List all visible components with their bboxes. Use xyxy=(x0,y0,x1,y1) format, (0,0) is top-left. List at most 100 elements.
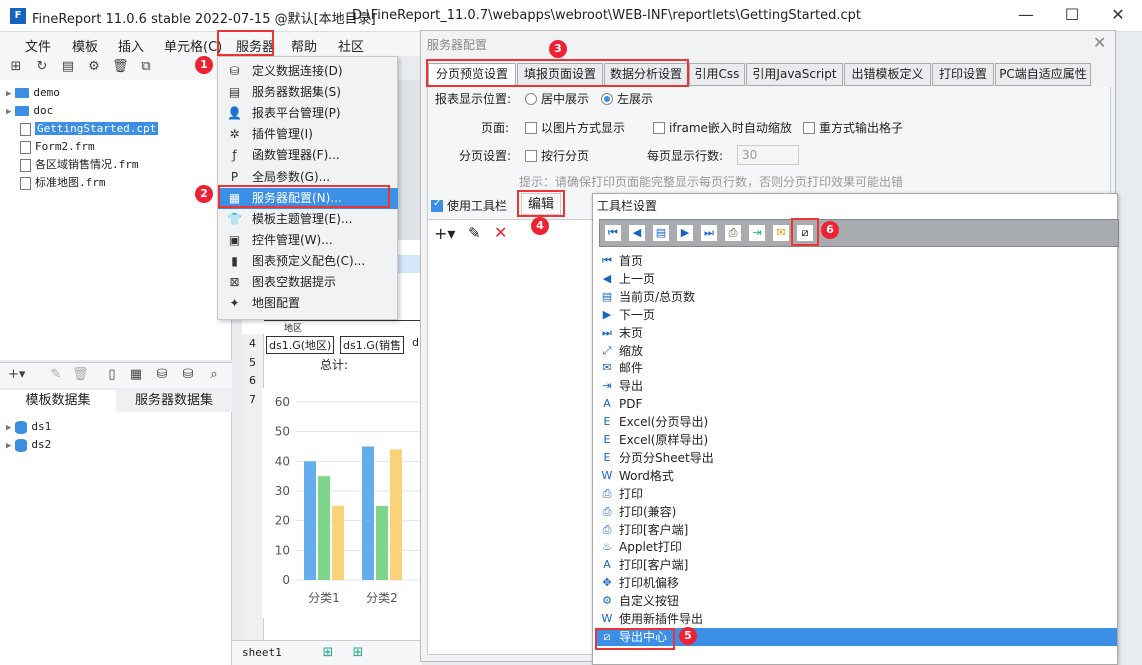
close-icon[interactable]: ✕ xyxy=(1093,33,1106,52)
tree-folder-demo[interactable]: ▶ demo xyxy=(6,84,158,102)
menu-community[interactable]: 社区 xyxy=(338,36,364,55)
radio-left[interactable]: 左展示 xyxy=(601,90,653,107)
add-dataset-icon[interactable]: +▾ xyxy=(8,367,25,383)
delete-icon[interactable]: 🗑 xyxy=(112,59,129,75)
database-icon xyxy=(15,420,28,434)
next-page-icon[interactable]: ▶ xyxy=(676,224,694,242)
rows-per-page-input[interactable]: 30 xyxy=(737,145,799,165)
toolbar-list-item-10[interactable]: E Excel(原样导出) xyxy=(595,431,1117,449)
menu-template[interactable]: 模板 xyxy=(72,36,98,55)
server-menu-item-3[interactable]: ✲ 插件管理(I) xyxy=(218,124,398,145)
last-page-icon[interactable]: ⏭ xyxy=(700,224,718,242)
toolbar-list-item-1[interactable]: ◀ 上一页 xyxy=(595,270,1117,288)
toolbar-list-item-11[interactable]: E 分页分Sheet导出 xyxy=(595,449,1117,467)
menu-help[interactable]: 帮助 xyxy=(291,36,317,55)
search-icon[interactable]: ⌕ xyxy=(206,367,222,383)
server-menu-item-9[interactable]: ▮ 图表预定义配色(C)... xyxy=(218,251,398,272)
tree-file-region-sales[interactable]: 各区域销售情况.frm xyxy=(6,156,158,174)
toolbar-list-item-18[interactable]: ✥ 打印机偏移 xyxy=(595,574,1117,592)
tree-folder-doc[interactable]: ▶ doc xyxy=(6,102,158,120)
tab-javascript[interactable]: 引用JavaScript xyxy=(746,63,843,86)
tab-pc-adaptive[interactable]: PC端自适应属性 xyxy=(995,63,1091,86)
page-count-icon[interactable]: ▤ xyxy=(652,224,670,242)
tab-server-dataset[interactable]: 服务器数据集 xyxy=(116,390,232,412)
database-icon[interactable]: ⛁ xyxy=(154,367,170,383)
toolbar-list-item-3[interactable]: ▶ 下一页 xyxy=(595,306,1117,324)
table-icon[interactable]: ▦ xyxy=(128,367,144,383)
tab-css[interactable]: 引用Css xyxy=(689,63,745,86)
toolbar-list-item-8[interactable]: A PDF xyxy=(595,395,1117,413)
server-menu-item-10[interactable]: ⊠ 图表空数据提示 xyxy=(218,272,398,293)
toolbar-list-item-9[interactable]: E Excel(分页导出) xyxy=(595,413,1117,431)
first-page-icon[interactable]: ⏮ xyxy=(604,224,622,242)
sheet-tab[interactable]: sheet1 xyxy=(242,646,282,659)
toolbar-list-item-17[interactable]: A 打印[客户端] xyxy=(595,556,1117,574)
dataset-ds2[interactable]: ▶ ds2 xyxy=(6,436,225,454)
cell-region[interactable]: ds1.G(地区) xyxy=(266,336,335,354)
add-icon[interactable]: +▾ xyxy=(434,224,455,243)
delete-icon[interactable]: ✕ xyxy=(494,223,507,242)
toolbar-list-item-6[interactable]: ✉ 邮件 xyxy=(595,359,1117,377)
toolbar-list-item-12[interactable]: W Word格式 xyxy=(595,467,1117,485)
minimize-icon[interactable]: — xyxy=(1012,4,1040,28)
toolbar-list-item-4[interactable]: ⏭ 末页 xyxy=(595,324,1117,342)
toolbar-list-item-5[interactable]: ⤢ 缩放 xyxy=(595,342,1117,360)
checkbox-iframe-zoom[interactable]: iframe嵌入时自动缩放 xyxy=(653,119,792,136)
checkbox-use-toolbar[interactable]: 使用工具栏 xyxy=(431,197,507,214)
cell-sales[interactable]: ds1.G(销售 xyxy=(340,336,405,354)
server-menu-item-4[interactable]: ƒ 函数管理器(F)... xyxy=(218,145,398,166)
toolbar-list-item-16[interactable]: ♨ Applet打印 xyxy=(595,538,1117,556)
add-form-sheet-icon[interactable]: ⊞ xyxy=(350,645,366,661)
mail-icon[interactable]: ✉ xyxy=(772,224,790,242)
dataset-ds1[interactable]: ▶ ds1 xyxy=(6,418,225,436)
server-menu-item-0[interactable]: ⛁ 定义数据连接(D) xyxy=(218,61,398,82)
settings-icon[interactable]: ⚙ xyxy=(86,59,102,75)
tab-print[interactable]: 打印设置 xyxy=(932,63,994,86)
toolbar-list-item-20[interactable]: W 使用新插件导出 xyxy=(595,610,1117,628)
checkbox-row-paging[interactable]: 按行分页 xyxy=(525,147,589,164)
checkbox-image-display[interactable]: 以图片方式显示 xyxy=(525,119,625,136)
toolbar-list-item-7[interactable]: ⇥ 导出 xyxy=(595,377,1117,395)
open-file-icon[interactable]: ▤ xyxy=(60,59,76,75)
toolbar-list-item-2[interactable]: ▤ 当前页/总页数 xyxy=(595,288,1117,306)
tab-template-dataset[interactable]: 模板数据集 xyxy=(0,390,116,412)
toolbar-icon-strip: ⏮ ◀ ▤ ▶ ⏭ ⎙ ⇥ ✉ ⧄ xyxy=(599,219,1119,247)
edit-icon[interactable]: ✎ xyxy=(468,224,481,242)
server-menu-item-7[interactable]: 👕 模板主题管理(E)... xyxy=(218,209,398,230)
toolbar-list-item-0[interactable]: ⏮ 首页 xyxy=(595,252,1117,270)
toolbar-list-item-15[interactable]: ⎙ 打印[客户端] xyxy=(595,521,1117,539)
delete-icon[interactable]: 🗑 xyxy=(72,367,89,383)
toolbar-list-item-19[interactable]: ⚙ 自定义按钮 xyxy=(595,592,1117,610)
server-menu-item-2[interactable]: 👤 报表平台管理(P) xyxy=(218,103,398,124)
step-badge-3: 3 xyxy=(549,40,567,58)
tree-file-gettingstarted[interactable]: GettingStarted.cpt xyxy=(6,120,159,138)
close-icon[interactable]: ✕ xyxy=(1104,4,1132,28)
y-tick-label: 50 xyxy=(275,425,290,439)
toolbar-list-item-13[interactable]: ⎙ 打印 xyxy=(595,485,1117,503)
preview-icon[interactable]: ▯ xyxy=(104,367,120,383)
bar-chart: 0 10 20 30 40 50 60 分类1 分类2 xyxy=(262,388,424,618)
maximize-icon[interactable]: ☐ xyxy=(1058,4,1086,28)
tab-error-template[interactable]: 出错模板定义 xyxy=(844,63,931,86)
tree-file-form2[interactable]: Form2.frm xyxy=(6,138,158,156)
refresh-icon[interactable]: ↻ xyxy=(34,59,50,75)
export-icon[interactable]: ⇥ xyxy=(748,224,766,242)
add-sheet-icon[interactable]: ⊞ xyxy=(320,645,336,661)
database-edit-icon[interactable]: ⛁ xyxy=(180,367,196,383)
checkbox-repeat-cell[interactable]: 重方式输出格子 xyxy=(803,119,903,136)
menu-file[interactable]: 文件 xyxy=(25,36,51,55)
server-menu-item-label: 插件管理(I) xyxy=(252,127,313,142)
server-menu-item-1[interactable]: ▤ 服务器数据集(S) xyxy=(218,82,398,103)
tree-file-standard-map[interactable]: 标准地图.frm xyxy=(6,174,158,192)
radio-center[interactable]: 居中展示 xyxy=(525,90,589,107)
server-menu-item-8[interactable]: ▣ 控件管理(W)... xyxy=(218,230,398,251)
menu-insert[interactable]: 插入 xyxy=(118,36,144,55)
copy-icon[interactable]: ⧉ xyxy=(138,59,154,75)
server-menu-item-11[interactable]: ✦ 地图配置 xyxy=(218,293,398,314)
print-icon[interactable]: ⎙ xyxy=(724,224,742,242)
toolbar-list-item-14[interactable]: ⎙ 打印(兼容) xyxy=(595,503,1117,521)
menu-cell[interactable]: 单元格(C) xyxy=(164,36,222,55)
new-file-icon[interactable]: ⊞ xyxy=(8,59,24,75)
edit-icon[interactable]: ✎ xyxy=(48,367,64,383)
prev-page-icon[interactable]: ◀ xyxy=(628,224,646,242)
